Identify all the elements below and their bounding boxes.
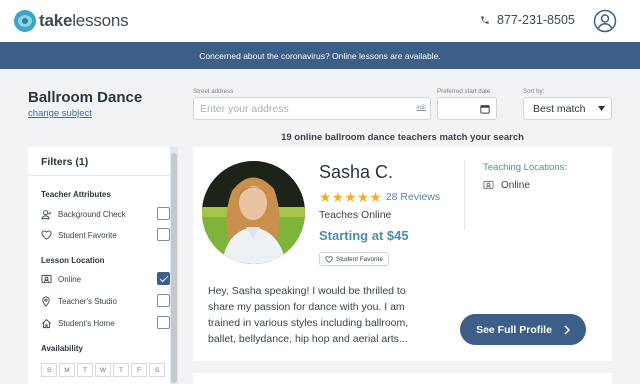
- student-favorite-checkbox[interactable]: [157, 228, 170, 241]
- badge-label: Student Favorite: [336, 255, 383, 263]
- filter-background-check[interactable]: Background Check: [40, 207, 170, 221]
- day-sunday[interactable]: S: [41, 363, 57, 377]
- teacher-bio: Hey, Sasha speaking! I would be thrilled…: [208, 285, 409, 345]
- phone-icon: [481, 16, 489, 24]
- day-wednesday[interactable]: W: [95, 363, 111, 377]
- sort-label: Sort by:: [523, 88, 545, 95]
- home-icon: [40, 317, 52, 329]
- students-home-checkbox[interactable]: [157, 316, 170, 329]
- teaching-locations-title: Teaching Locations:: [483, 162, 567, 173]
- filter-teachers-studio[interactable]: Teacher's Studio: [40, 294, 170, 308]
- filter-label: Teacher's Studio: [58, 296, 117, 306]
- starting-price: Starting at $45: [319, 228, 409, 243]
- filter-label: Student's Home: [58, 318, 115, 328]
- address-input[interactable]: [200, 102, 400, 115]
- teachers-studio-checkbox[interactable]: [157, 294, 170, 307]
- day-monday[interactable]: M: [59, 363, 75, 377]
- logo-prefix: take: [39, 11, 73, 30]
- map-pin-icon: [40, 295, 52, 307]
- start-date-field[interactable]: [437, 97, 497, 120]
- filter-student-favorite[interactable]: Student Favorite: [40, 228, 170, 242]
- day-friday[interactable]: F: [131, 363, 147, 377]
- banner-text: Concerned about the coronavirus? Online …: [199, 50, 441, 61]
- takelessons-logo[interactable]: takelessons: [14, 10, 129, 32]
- heart-icon: [40, 229, 52, 241]
- subject-title: Ballroom Dance: [28, 89, 143, 106]
- filters-panel: Filters (1) Teacher Attributes Backgroun…: [28, 147, 178, 384]
- phone-link[interactable]: 877-231-8505: [480, 13, 575, 27]
- filters-scrollbar[interactable]: [170, 147, 178, 384]
- sort-select[interactable]: Best match: [523, 97, 612, 120]
- day-thursday[interactable]: T: [113, 363, 129, 377]
- online-checkbox[interactable]: [157, 272, 170, 285]
- coronavirus-banner[interactable]: Concerned about the coronavirus? Online …: [0, 42, 640, 69]
- caret-down-icon: [598, 106, 605, 111]
- filter-label: Online: [58, 274, 82, 284]
- star-icon: ★: [369, 189, 382, 205]
- sort-value: Best match: [533, 102, 586, 115]
- star-icon: ★: [356, 189, 370, 205]
- filter-online[interactable]: Online: [40, 272, 170, 286]
- card-divider: [464, 160, 465, 230]
- filter-label: Background Check: [58, 209, 126, 219]
- next-teacher-card[interactable]: [193, 373, 612, 384]
- availability-days: S M T W T F S: [41, 363, 167, 377]
- location-label: Online: [501, 180, 530, 191]
- video-icon: [483, 180, 494, 190]
- start-date-label: Preferred start date: [437, 88, 491, 95]
- heart-icon: [325, 255, 333, 263]
- address-label: Street address: [193, 88, 234, 95]
- filters-title: Filters (1): [41, 156, 89, 168]
- day-tuesday[interactable]: T: [77, 363, 93, 377]
- logo-suffix: lessons: [72, 11, 129, 30]
- phone-number: 877-231-8505: [497, 13, 575, 27]
- teacher-name[interactable]: Sasha C.: [319, 162, 393, 183]
- location-online: Online: [483, 180, 530, 191]
- lesson-location-title: Lesson Location: [41, 256, 105, 265]
- reviews-link[interactable]: 28 Reviews: [386, 191, 440, 203]
- address-field[interactable]: edit: [193, 97, 431, 120]
- teacher-avatar[interactable]: [202, 161, 305, 264]
- star-rating: ★ ★ ★ ★ ★ 28 Reviews: [319, 190, 440, 204]
- see-full-profile-button[interactable]: See Full Profile: [460, 314, 586, 345]
- star-icon: ★: [331, 189, 345, 205]
- background-check-checkbox[interactable]: [157, 207, 170, 220]
- teacher-attributes-title: Teacher Attributes: [41, 190, 111, 199]
- teaches-online: Teaches Online: [319, 209, 392, 221]
- student-favorite-badge: Student Favorite: [319, 252, 389, 266]
- logo-icon: [14, 10, 36, 32]
- video-icon: [40, 273, 52, 285]
- person-check-icon: [40, 208, 52, 220]
- filters-divider: [28, 175, 170, 176]
- account-icon[interactable]: [593, 9, 617, 33]
- edit-address-link[interactable]: edit: [416, 105, 426, 111]
- site-header: takelessons 877-231-8505: [0, 0, 640, 42]
- chevron-right-icon: [564, 324, 570, 335]
- calendar-icon[interactable]: [480, 104, 490, 114]
- filter-students-home[interactable]: Student's Home: [40, 316, 170, 330]
- button-label: See Full Profile: [476, 323, 552, 336]
- teacher-card[interactable]: Sasha C. ★ ★ ★ ★ ★ 28 Reviews Teaches On…: [193, 147, 612, 361]
- filters-scrollbar-thumb[interactable]: [171, 153, 177, 383]
- star-icon: ★: [319, 189, 332, 205]
- change-subject-link[interactable]: change subject: [28, 108, 92, 119]
- results-count: 19 online ballroom dance teachers match …: [281, 132, 524, 143]
- day-saturday[interactable]: S: [149, 363, 165, 377]
- star-icon: ★: [344, 189, 357, 205]
- filter-label: Student Favorite: [58, 230, 117, 240]
- availability-title: Availability: [41, 344, 83, 353]
